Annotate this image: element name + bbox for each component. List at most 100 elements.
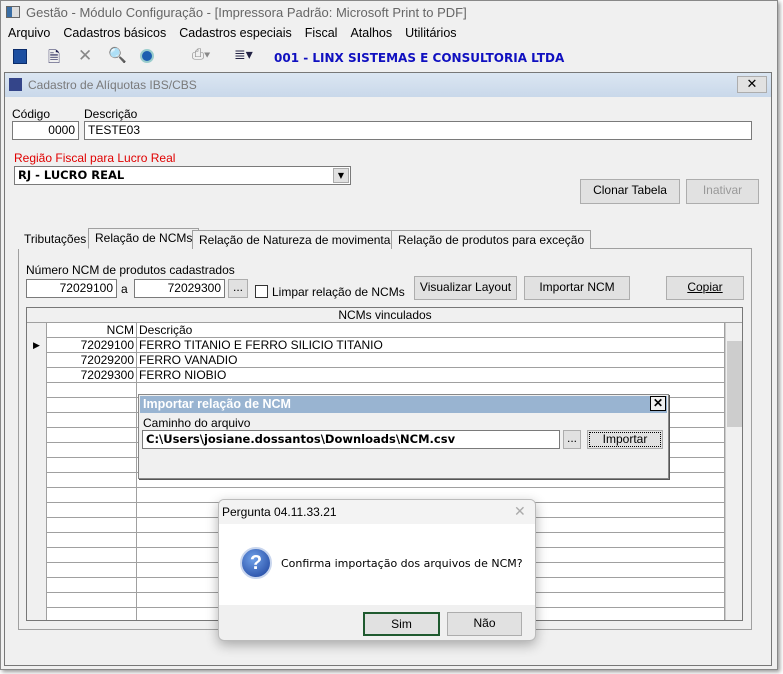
- row-indicator: [27, 503, 47, 518]
- browse-button[interactable]: ...: [563, 430, 581, 449]
- delete-icon[interactable]: ✕: [78, 46, 92, 66]
- ncm-cell[interactable]: [47, 593, 137, 608]
- ncm-cell[interactable]: [47, 503, 137, 518]
- grid-scrollbar[interactable]: [725, 323, 742, 620]
- company-label: 001 - LINX SISTEMAS E CONSULTORIA LTDA: [274, 51, 565, 65]
- limpar-checkbox[interactable]: [255, 285, 268, 298]
- table-row[interactable]: ▶ 72029100 FERRO TITANIO E FERRO SILICIO T…: [27, 338, 725, 353]
- descricao-cell[interactable]: FERRO NIOBIO: [137, 368, 725, 383]
- row-indicator: [27, 353, 47, 368]
- importar-button[interactable]: Importar: [587, 430, 663, 449]
- ncm-cell[interactable]: 72029300: [47, 368, 137, 383]
- clonar-tabela-button[interactable]: Clonar Tabela: [580, 179, 680, 204]
- scrollbar-thumb[interactable]: [727, 341, 742, 427]
- ncm-cell[interactable]: [47, 548, 137, 563]
- nao-button[interactable]: Não: [447, 612, 522, 636]
- search-icon[interactable]: 🔍: [108, 46, 127, 64]
- table-row[interactable]: 72029300 FERRO NIOBIO: [27, 368, 725, 383]
- menu-fiscal[interactable]: Fiscal: [305, 26, 338, 40]
- question-body: ? Confirma importação dos arquivos de NC…: [219, 524, 535, 605]
- form-icon: [9, 78, 22, 91]
- close-icon[interactable]: ✕: [737, 76, 767, 93]
- ncm-cell[interactable]: [47, 458, 137, 473]
- inativar-button[interactable]: Inativar: [686, 179, 759, 204]
- limpar-label: Limpar relação de NCMs: [272, 285, 405, 299]
- toolbar: 🗎 ✕ 🔍 ⎙▾ ≣▾ 001 - LINX SISTEMAS E CONSUL…: [4, 46, 774, 70]
- row-indicator: [27, 518, 47, 533]
- grid-title: NCMs vinculados: [27, 308, 742, 323]
- tab-tributacoes[interactable]: Tributações: [18, 230, 93, 249]
- codigo-field[interactable]: 0000: [12, 121, 79, 140]
- ncm-cell[interactable]: [47, 563, 137, 578]
- visualizar-layout-button[interactable]: Visualizar Layout: [414, 276, 517, 300]
- descricao-cell[interactable]: FERRO TITANIO E FERRO SILICIO TITANIO: [137, 338, 725, 353]
- path-field[interactable]: C:\Users\josiane.dossantos\Downloads\NCM…: [142, 430, 560, 449]
- ncm-lookup-button[interactable]: ...: [228, 279, 248, 298]
- regiao-select[interactable]: RJ - LUCRO REAL ▼: [14, 166, 351, 185]
- ncm-cell[interactable]: 72029100: [47, 338, 137, 353]
- export-icon[interactable]: ≣▾: [234, 46, 253, 63]
- table-row[interactable]: 72029200 FERRO VANADIO: [27, 353, 725, 368]
- window-title: Gestão - Módulo Configuração - [Impresso…: [26, 5, 467, 20]
- header-ncm[interactable]: NCM: [47, 323, 137, 338]
- save-icon[interactable]: [13, 49, 27, 64]
- header-descricao[interactable]: Descrição: [137, 323, 725, 338]
- regiao-label: Região Fiscal para Lucro Real: [14, 151, 176, 165]
- sim-button[interactable]: Sim: [363, 612, 440, 636]
- path-label: Caminho do arquivo: [143, 416, 251, 430]
- row-indicator: [27, 383, 47, 398]
- ncm-cell[interactable]: [47, 413, 137, 428]
- ncm-range-label: Número NCM de produtos cadastrados: [26, 263, 235, 277]
- ncm-from-field[interactable]: 72029100: [26, 279, 117, 298]
- menu-utilitarios[interactable]: Utilitários: [405, 26, 456, 40]
- ncm-cell[interactable]: [47, 398, 137, 413]
- power-icon[interactable]: [140, 49, 154, 63]
- grid-header-row: NCM Descrição: [27, 323, 725, 338]
- question-title-bar: Pergunta 04.11.33.21 ✕: [219, 500, 535, 524]
- app-icon: [6, 6, 20, 18]
- ncm-cell[interactable]: [47, 428, 137, 443]
- tab-relacao-ncms[interactable]: Relação de NCMs: [88, 228, 200, 249]
- row-indicator: [27, 608, 47, 620]
- copiar-button[interactable]: Copiar: [666, 276, 744, 300]
- importar-ncm-button[interactable]: Importar NCM: [524, 276, 630, 300]
- new-document-icon[interactable]: 🗎: [48, 47, 60, 72]
- row-indicator: [27, 443, 47, 458]
- row-indicator: [27, 398, 47, 413]
- ncm-cell[interactable]: [47, 608, 137, 620]
- ncm-cell[interactable]: [47, 443, 137, 458]
- descricao-cell[interactable]: FERRO VANADIO: [137, 353, 725, 368]
- range-separator: a: [121, 282, 128, 296]
- menu-cadastros-especiais[interactable]: Cadastros especiais: [179, 26, 292, 40]
- ncm-cell[interactable]: [47, 383, 137, 398]
- tab-produtos-excecao[interactable]: Relação de produtos para exceção: [391, 230, 592, 249]
- row-indicator: [27, 563, 47, 578]
- row-indicator: [27, 458, 47, 473]
- ncm-to-field[interactable]: 72029300: [134, 279, 225, 298]
- tab-natureza-movimentacao[interactable]: Relação de Natureza de movimentação: [192, 230, 417, 249]
- print-icon[interactable]: ⎙▾: [192, 46, 210, 63]
- ncm-cell[interactable]: [47, 488, 137, 503]
- chevron-down-icon[interactable]: ▼: [333, 168, 349, 183]
- ncm-cell[interactable]: [47, 578, 137, 593]
- ncm-cell[interactable]: [47, 473, 137, 488]
- close-icon[interactable]: ✕: [650, 396, 666, 411]
- codigo-label: Código: [12, 107, 51, 121]
- question-title: Pergunta 04.11.33.21: [222, 505, 337, 519]
- ncm-cell[interactable]: [47, 518, 137, 533]
- menu-arquivo[interactable]: Arquivo: [8, 26, 50, 40]
- close-icon[interactable]: ✕: [514, 503, 526, 520]
- row-indicator: [27, 548, 47, 563]
- ncm-cell[interactable]: 72029200: [47, 353, 137, 368]
- indicator-header: [27, 323, 47, 338]
- question-dialog: Pergunta 04.11.33.21 ✕ ? Confirma import…: [218, 499, 536, 641]
- import-dialog-title: Importar relação de NCM: [140, 396, 667, 413]
- import-dialog: Importar relação de NCM ✕ Caminho do arq…: [138, 394, 669, 479]
- menu-atalhos[interactable]: Atalhos: [350, 26, 392, 40]
- question-message: Confirma importação dos arquivos de NCM?: [281, 557, 523, 570]
- menu-cadastros-basicos[interactable]: Cadastros básicos: [63, 26, 166, 40]
- descricao-field[interactable]: TESTE03: [84, 121, 752, 140]
- question-icon: ?: [240, 547, 272, 579]
- child-title-bar: Cadastro de Alíquotas IBS/CBS ✕: [5, 73, 771, 97]
- ncm-cell[interactable]: [47, 533, 137, 548]
